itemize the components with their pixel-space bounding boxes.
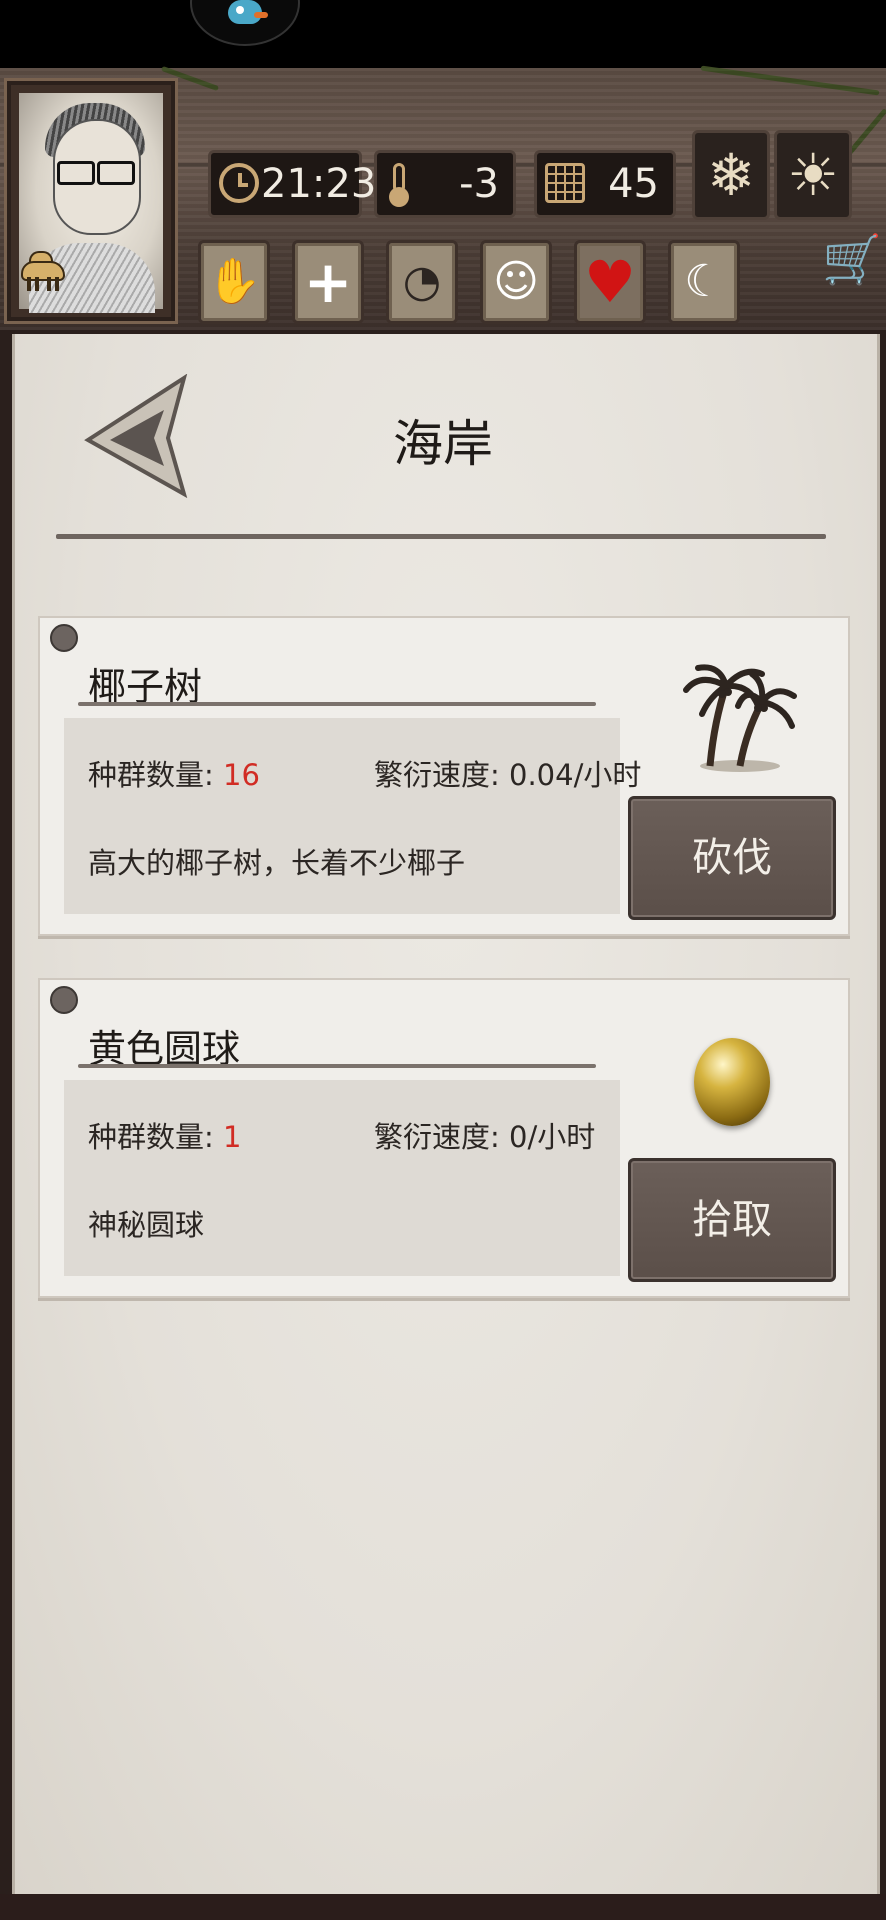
day-display: 45 <box>534 150 676 218</box>
pick-up-button[interactable]: 拾取 <box>628 1158 836 1282</box>
thermometer-icon <box>389 163 409 207</box>
temperature-display: -3 <box>374 150 516 218</box>
title-divider <box>56 534 826 539</box>
back-button[interactable] <box>84 373 190 499</box>
population-row: 种群数量: 16 <box>88 752 260 794</box>
resource-card-yellow-orb: 黄色圆球 种群数量: 1 繁衍速度: 0/小时 神秘圆球 拾取 <box>38 978 850 1298</box>
breeding-rate-row: 繁衍速度: 0/小时 <box>374 1114 595 1156</box>
bandaged-hand-icon[interactable]: ✋ <box>198 240 270 324</box>
breeding-rate-row: 繁衍速度: 0.04/小时 <box>374 752 641 794</box>
time-display: 21:23 <box>208 150 376 218</box>
card-divider <box>78 702 596 706</box>
health-cross-icon[interactable]: + <box>292 240 364 324</box>
resource-description: 高大的椰子树，长着不少椰子 <box>88 846 466 880</box>
stomach-icon[interactable]: ◔ <box>386 240 458 324</box>
palm-tree-icon <box>680 662 800 778</box>
population-label: 种群数量: <box>88 1120 214 1154</box>
population-row: 种群数量: 1 <box>88 1114 241 1156</box>
population-value: 16 <box>223 758 260 792</box>
sun-icon[interactable]: ☀ <box>774 130 852 220</box>
status-strip <box>0 0 886 68</box>
resource-details-panel <box>64 1080 620 1276</box>
yellow-orb-icon <box>694 1038 770 1126</box>
snowflake-icon[interactable]: ❄ <box>692 130 770 220</box>
population-label: 种群数量: <box>88 758 214 792</box>
calendar-icon <box>545 163 585 203</box>
rate-label: 繁衍速度: <box>374 758 500 792</box>
resource-card-coconut-tree: 椰子树 种群数量: 16 繁衍速度: 0.04/小时 高大的椰子树，长着不少椰子… <box>38 616 850 936</box>
shopping-cart-icon[interactable]: 🛒 <box>822 230 882 290</box>
population-value: 1 <box>223 1120 242 1154</box>
time-value: 21:23 <box>261 161 377 207</box>
rate-value: 0.04/小时 <box>509 758 642 792</box>
chop-button[interactable]: 砍伐 <box>628 796 836 920</box>
day-value: 45 <box>608 161 659 207</box>
moon-star-icon[interactable]: ☾ <box>668 240 740 324</box>
character-portrait[interactable] <box>4 78 178 324</box>
page-title: 海岸 <box>393 415 493 473</box>
camel-icon <box>13 249 71 293</box>
dizzy-head-icon[interactable]: ☺ <box>480 240 552 324</box>
bottom-frame <box>0 1894 886 1920</box>
clock-icon <box>219 163 259 203</box>
rate-value: 0/小时 <box>509 1120 596 1154</box>
resource-description: 神秘圆球 <box>88 1208 205 1242</box>
pin-icon <box>50 624 78 652</box>
pin-icon <box>50 986 78 1014</box>
heart-icon[interactable]: ♥ <box>574 240 646 324</box>
back-arrow-icon <box>84 373 188 499</box>
rate-label: 繁衍速度: <box>374 1120 500 1154</box>
temperature-value: -3 <box>459 161 499 207</box>
resource-details-panel <box>64 718 620 914</box>
floating-assistant-icon[interactable] <box>190 0 300 46</box>
card-divider <box>78 1064 596 1068</box>
